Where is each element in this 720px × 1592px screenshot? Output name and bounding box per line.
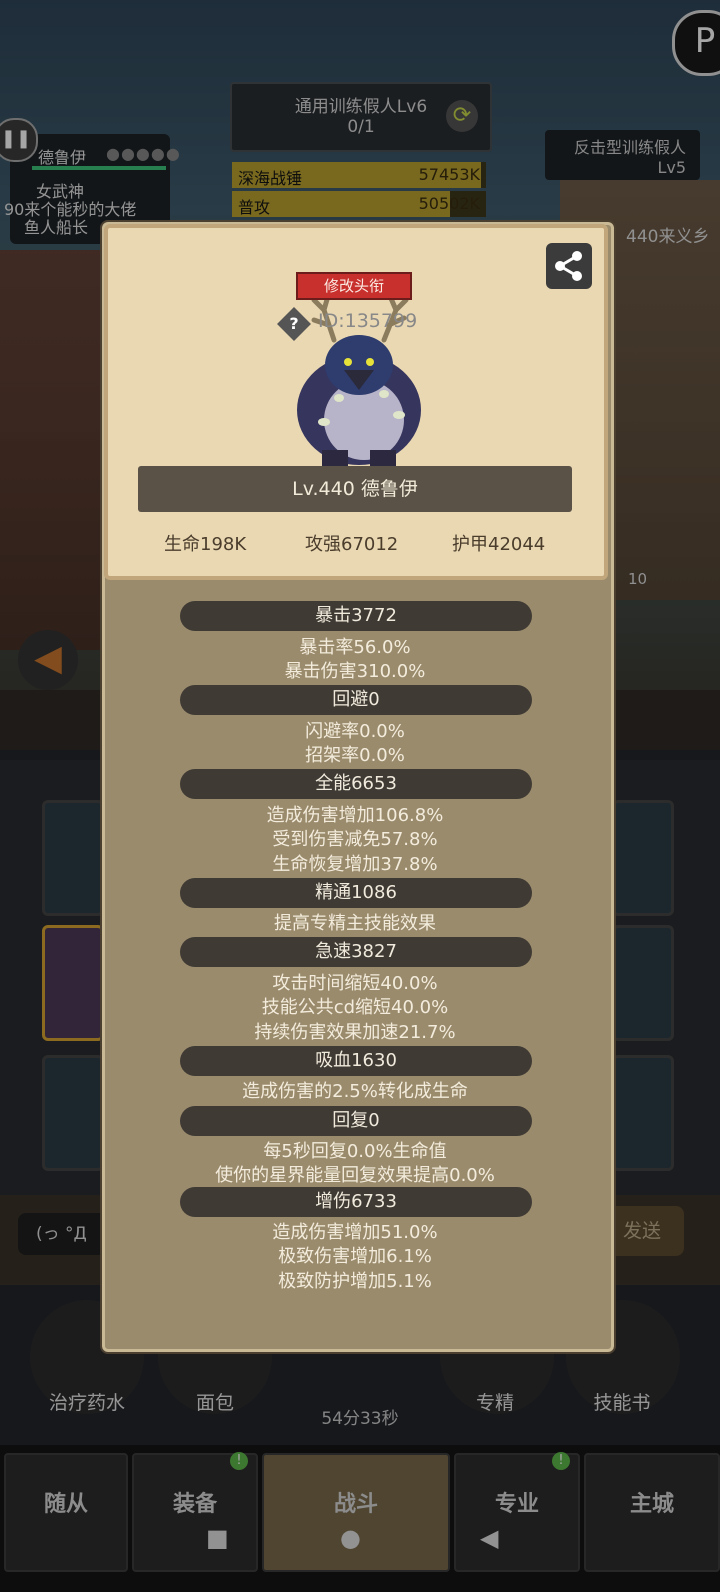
character-name-level: Lv.440 德鲁伊 bbox=[138, 466, 572, 512]
stat-armor: 护甲42044 bbox=[452, 534, 546, 555]
help-icon-glyph: ? bbox=[289, 314, 299, 333]
stat-line: 受到伤害减免57.8% bbox=[272, 829, 438, 850]
share-button[interactable] bbox=[546, 243, 592, 289]
stat-line: 造成伤害的2.5%转化成生命 bbox=[242, 1081, 468, 1102]
stat-line: 造成伤害增加51.0% bbox=[272, 1222, 438, 1243]
share-icon bbox=[555, 251, 582, 281]
stat-line: 招架率0.0% bbox=[305, 745, 405, 766]
stat-line: 每5秒回复0.0%生命值 bbox=[263, 1141, 447, 1162]
stat-line: 技能公共cd缩短40.0% bbox=[261, 997, 449, 1018]
change-title-button[interactable]: 修改头衔 bbox=[296, 272, 412, 300]
stat-section-haste: 急速3827 bbox=[180, 937, 532, 967]
stat-line: 暴击伤害310.0% bbox=[284, 661, 426, 682]
stat-line: 闪避率0.0% bbox=[305, 721, 405, 742]
stat-section-damage-bonus: 增伤6733 bbox=[180, 1187, 532, 1217]
stat-line: 暴击率56.0% bbox=[299, 637, 411, 658]
stat-section-avoidance: 回避0 bbox=[180, 685, 532, 715]
player-id: ID:135799 bbox=[318, 310, 418, 332]
stat-line: 极致防护增加5.1% bbox=[278, 1271, 432, 1292]
stat-line: 攻击时间缩短40.0% bbox=[272, 973, 438, 994]
stat-attack-power: 攻强67012 bbox=[305, 534, 399, 555]
stat-section-versatility: 全能6653 bbox=[180, 769, 532, 799]
stat-section-mastery: 精通1086 bbox=[180, 878, 532, 908]
stat-line: 造成伤害增加106.8% bbox=[266, 805, 444, 826]
stat-section-crit: 暴击3772 bbox=[180, 601, 532, 631]
stat-line: 生命恢复增加37.8% bbox=[272, 854, 438, 875]
stat-line: 极致伤害增加6.1% bbox=[278, 1246, 432, 1267]
stat-section-regen: 回复0 bbox=[180, 1106, 532, 1136]
stat-line: 持续伤害效果加速21.7% bbox=[254, 1022, 456, 1043]
stat-line: 使你的星界能量回复效果提高0.0% bbox=[215, 1165, 495, 1186]
stat-hp: 生命198K bbox=[164, 534, 247, 555]
stat-section-lifesteal: 吸血1630 bbox=[180, 1046, 532, 1076]
stat-line: 提高专精主技能效果 bbox=[274, 913, 436, 934]
